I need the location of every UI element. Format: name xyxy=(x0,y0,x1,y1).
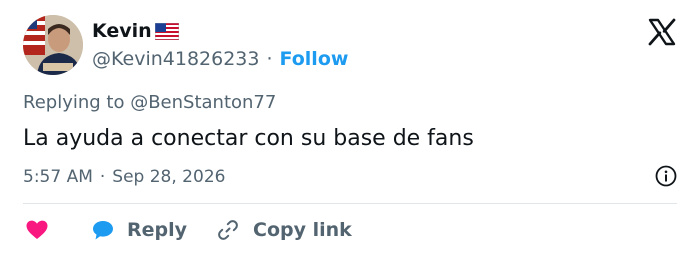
copy-link-button[interactable]: Copy link xyxy=(187,219,352,241)
info-icon[interactable] xyxy=(655,165,677,187)
reply-bubble-icon xyxy=(91,219,115,241)
copy-link-label: Copy link xyxy=(253,219,352,241)
us-flag-icon xyxy=(154,22,180,40)
avatar-image xyxy=(23,15,83,75)
replying-to-label: Replying to @BenStanton77 xyxy=(23,92,277,113)
tweet-date: Sep 28, 2026 xyxy=(112,167,226,187)
handle-separator: · xyxy=(266,48,273,70)
timestamp-separator: · xyxy=(99,167,106,187)
reply-button[interactable]: Reply xyxy=(91,219,187,241)
action-bar: Reply Copy link xyxy=(25,216,352,244)
avatar[interactable] xyxy=(23,15,83,75)
tweet-timestamp[interactable]: 5:57 AM · Sep 28, 2026 xyxy=(23,167,225,187)
author-handle[interactable]: @Kevin41826233 xyxy=(92,48,259,70)
reply-label: Reply xyxy=(127,219,188,241)
x-logo-icon[interactable] xyxy=(647,17,677,47)
author-name-row: Kevin xyxy=(92,20,180,42)
author-name[interactable]: Kevin xyxy=(92,20,152,42)
follow-button[interactable]: Follow xyxy=(280,48,349,70)
divider xyxy=(23,203,677,204)
tweet-text: La ayuda a conectar con su base de fans xyxy=(23,126,474,151)
heart-icon[interactable] xyxy=(25,219,49,241)
link-icon xyxy=(217,219,239,241)
author-handle-row: @Kevin41826233 · Follow xyxy=(92,48,348,70)
tweet-time: 5:57 AM xyxy=(23,167,93,187)
